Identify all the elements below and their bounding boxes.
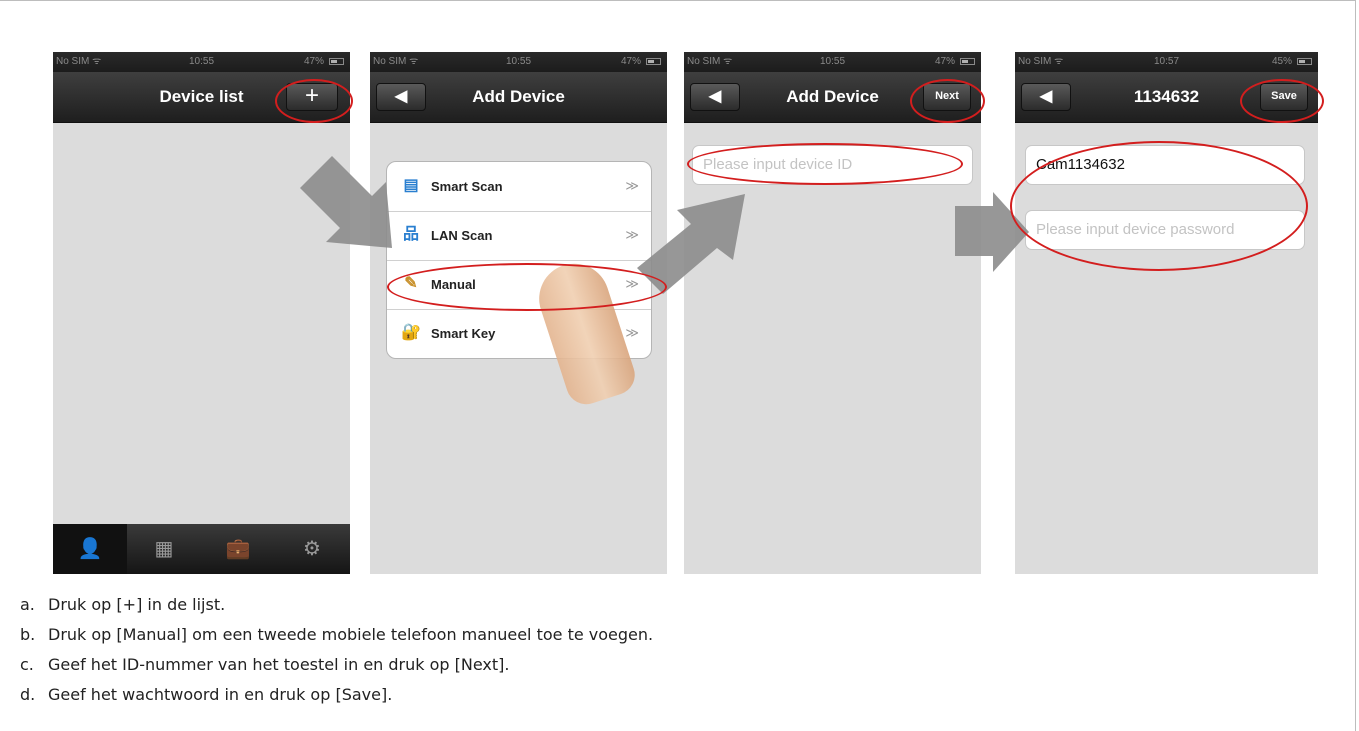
instruction-step-c: c. Geef het ID-nummer van het toestel in … bbox=[20, 650, 653, 680]
scan-icon: ▤ bbox=[403, 177, 419, 194]
tab-bar: 👤 ▦ 💼 ⚙ bbox=[53, 524, 350, 574]
step-text: Geef het ID-nummer van het toestel in en… bbox=[48, 655, 510, 674]
phone-screen-add-device-menu: No SIM ᯤ 10:55 47% ◀ Add Device ▤ Smart … bbox=[370, 52, 667, 574]
battery-icon bbox=[960, 58, 975, 65]
battery-icon bbox=[646, 58, 661, 65]
step-letter: a. bbox=[20, 595, 35, 614]
chevron-right-icon: ≫ bbox=[625, 325, 639, 340]
menu-item-label: Smart Key bbox=[431, 326, 496, 341]
menu-item-lan-scan[interactable]: 品 LAN Scan ≫ bbox=[387, 211, 651, 261]
grid-icon[interactable]: ▦ bbox=[127, 524, 201, 574]
status-bar: No SIM ᯤ 10:57 45% bbox=[1015, 52, 1318, 72]
battery-label: 47% bbox=[620, 56, 641, 67]
step-text: Geef het wachtwoord in en druk op [Save]… bbox=[48, 685, 393, 704]
gear-icon[interactable]: ⚙ bbox=[275, 524, 349, 574]
step-letter: c. bbox=[20, 655, 34, 674]
instruction-step-b: b. Druk op [Manual] om een tweede mobiele… bbox=[20, 620, 653, 650]
highlight-ring-save bbox=[1240, 79, 1324, 123]
briefcase-icon[interactable]: 💼 bbox=[201, 524, 275, 574]
network-icon: 品 bbox=[402, 226, 419, 243]
highlight-ring-next bbox=[910, 79, 985, 123]
page-title: Add Device bbox=[472, 87, 565, 106]
nav-bar: ◀ Add Device bbox=[370, 72, 667, 123]
instruction-list: a. Druk op [+] in de lijst. b. Druk op [Ma… bbox=[20, 590, 653, 710]
battery-label: 47% bbox=[303, 56, 324, 67]
menu-item-smart-scan[interactable]: ▤ Smart Scan ≫ bbox=[387, 162, 651, 212]
instruction-step-d: d. Geef het wachtwoord in en druk op [Sav… bbox=[20, 680, 653, 710]
highlight-ring-credentials bbox=[1010, 141, 1308, 271]
key-icon: 🔐 bbox=[401, 324, 421, 341]
phone-screen-device-credentials: No SIM ᯤ 10:57 45% ◀ 1134632 Save Cam113… bbox=[1015, 52, 1318, 574]
status-bar: No SIM ᯤ 10:55 47% bbox=[684, 52, 981, 72]
step-text: Druk op [Manual] om een tweede mobiele t… bbox=[48, 625, 654, 644]
highlight-ring-manual bbox=[387, 263, 667, 311]
phone-screen-device-id: No SIM ᯤ 10:55 47% ◀ Add Device Next Ple… bbox=[684, 52, 981, 574]
instruction-step-a: a. Druk op [+] in de lijst. bbox=[20, 590, 653, 620]
highlight-ring-device-id bbox=[687, 143, 963, 185]
step-text: Druk op [+] in de lijst. bbox=[48, 595, 226, 614]
highlight-ring-add-button bbox=[275, 79, 353, 123]
status-bar: No SIM ᯤ 10:55 47% bbox=[53, 52, 350, 72]
person-icon[interactable]: 👤 bbox=[53, 524, 127, 574]
menu-item-label: Smart Scan bbox=[431, 179, 503, 194]
menu-item-label: LAN Scan bbox=[431, 228, 493, 243]
battery-label: 47% bbox=[934, 56, 955, 67]
battery-icon bbox=[1297, 58, 1312, 65]
battery-icon bbox=[329, 58, 344, 65]
step-letter: d. bbox=[20, 685, 36, 704]
arrow-right-down-icon bbox=[300, 156, 392, 248]
status-bar: No SIM ᯤ 10:55 47% bbox=[370, 52, 667, 72]
battery-label: 45% bbox=[1271, 56, 1292, 67]
step-letter: b. bbox=[20, 625, 36, 644]
phone-screen-device-list: No SIM ᯤ 10:55 47% Device list + 👤 ▦ 💼 ⚙ bbox=[53, 52, 350, 574]
